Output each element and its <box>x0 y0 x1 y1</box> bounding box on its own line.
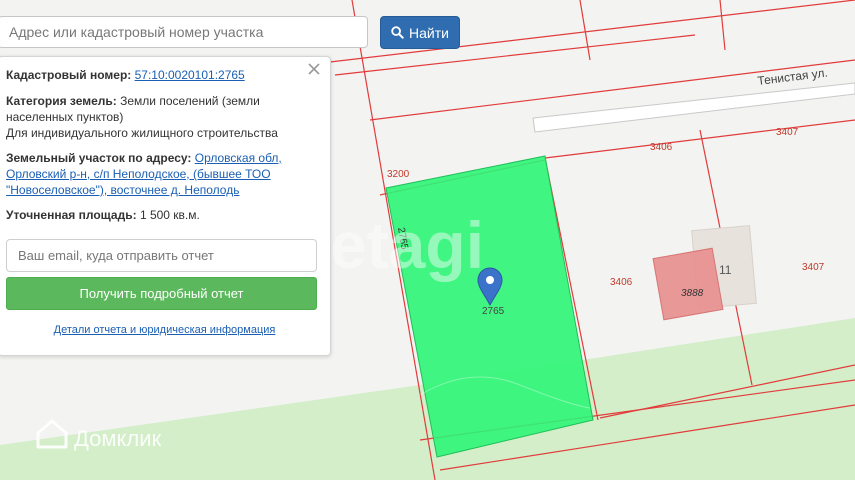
land-category-row: Категория земель: Земли поселений (земли… <box>6 93 270 125</box>
parcel-label-3407: 3407 <box>802 262 825 273</box>
area-value: 1 500 кв.м. <box>139 208 200 222</box>
get-report-button[interactable]: Получить подробный отчет <box>6 277 317 310</box>
address-row: Земельный участок по адресу: Орловская о… <box>6 150 290 198</box>
area-row: Уточненная площадь: 1 500 кв.м. <box>6 207 320 223</box>
search-button[interactable]: Найти <box>380 16 460 49</box>
watermark-text: etagi <box>330 208 484 282</box>
parcel-info-panel: Кадастровый номер: 57:10:0020101:2765 Ка… <box>0 56 331 356</box>
parcel-label-3407-top: 3407 <box>776 127 799 138</box>
cadastral-number-link[interactable]: 57:10:0020101:2765 <box>135 68 245 82</box>
report-details-link[interactable]: Детали отчета и юридическая информация <box>0 322 330 338</box>
parcel-label-3406-top: 3406 <box>650 142 673 153</box>
address-label: Земельный участок по адресу: <box>6 151 192 165</box>
email-field[interactable] <box>6 239 317 272</box>
land-category-label: Категория земель: <box>6 94 117 108</box>
search-button-label: Найти <box>409 24 449 41</box>
parcel-label-3200: 3200 <box>387 169 410 180</box>
building-3888[interactable] <box>652 247 724 321</box>
selected-parcel-number: 2765 <box>482 306 505 317</box>
area-label: Уточненная площадь: <box>6 208 137 222</box>
parcel-label-3406: 3406 <box>610 277 633 288</box>
search-icon <box>391 26 404 39</box>
house-number: 11 <box>719 263 732 277</box>
brand-logo-text: Домклик <box>74 426 162 451</box>
building-number: 3888 <box>681 288 704 299</box>
cadastral-number-row: Кадастровый номер: 57:10:0020101:2765 <box>6 67 320 83</box>
cadastral-number-label: Кадастровый номер: <box>6 68 132 82</box>
search-input[interactable] <box>0 16 368 48</box>
permitted-use-text: Для индивидуального жилищного строительс… <box>6 126 278 140</box>
